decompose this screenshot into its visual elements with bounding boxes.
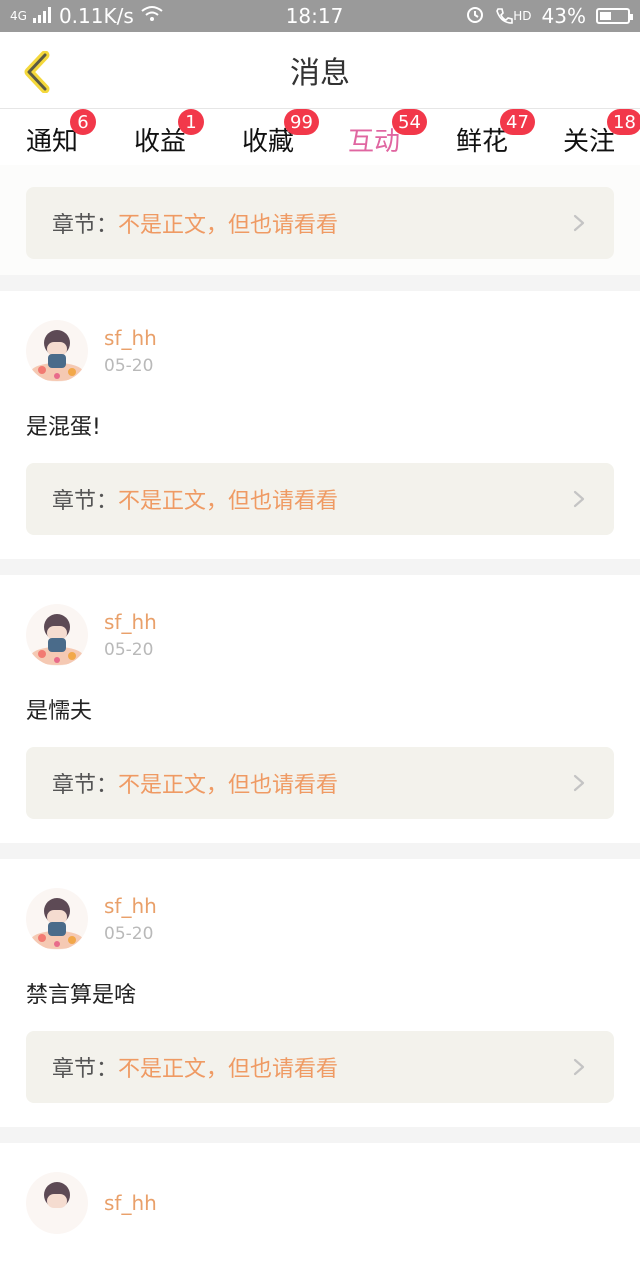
user-row: sf_hh 05-20 (26, 879, 614, 959)
username[interactable]: sf_hh (104, 610, 157, 634)
timestamp: 05-20 (104, 924, 154, 944)
chapter-link[interactable]: 章节： 不是正文，但也请看看 (26, 187, 614, 259)
notification-badge: 18 (607, 109, 640, 135)
chapter-label: 章节： (52, 489, 119, 514)
chapter-title: 不是正文，但也请看看 (118, 1057, 339, 1082)
timestamp: 05-20 (104, 356, 154, 376)
signal-icon (32, 4, 53, 28)
list-item: 章节： 不是正文，但也请看看 (0, 165, 640, 275)
chapter-link[interactable]: 章节： 不是正文，但也请看看 (26, 463, 614, 535)
user-row: sf_hh 05-20 (26, 311, 614, 391)
user-row: sf_hh (26, 1163, 614, 1243)
network-speed: 0.11K/s (58, 4, 134, 28)
tab-earnings[interactable]: 收益 1 (134, 109, 204, 165)
avatar[interactable] (26, 604, 88, 666)
chapter-title: 不是正文，但也请看看 (118, 773, 339, 798)
network-type: 4G (10, 9, 27, 23)
user-meta: sf_hh (104, 1191, 157, 1215)
status-left: 4G 0.11K/s (10, 4, 164, 28)
avatar[interactable] (26, 320, 88, 382)
tab-flowers[interactable]: 鲜花 47 (456, 109, 535, 165)
chapter-title: 不是正文，但也请看看 (118, 489, 339, 514)
chapter-link[interactable]: 章节： 不是正文，但也请看看 (26, 747, 614, 819)
chapter-title: 不是正文，但也请看看 (118, 213, 339, 238)
battery-percent: 43% (541, 4, 586, 28)
chevron-right-icon (573, 214, 585, 232)
chapter-label: 章节： (52, 213, 119, 238)
avatar[interactable] (26, 1172, 88, 1234)
notification-badge: 99 (284, 109, 319, 135)
user-meta: sf_hh 05-20 (104, 326, 157, 376)
status-right: HD 43% (465, 4, 633, 29)
comment-text: 是懦夫 (26, 699, 93, 724)
list-item: sf_hh (0, 1143, 640, 1267)
list-item: sf_hh 05-20 是懦夫 章节： 不是正文，但也请看看 (0, 575, 640, 843)
username[interactable]: sf_hh (104, 1191, 157, 1215)
username[interactable]: sf_hh (104, 894, 157, 918)
nav-bar: 消息 (0, 32, 640, 108)
list-item: sf_hh 05-20 是混蛋! 章节： 不是正文，但也请看看 (0, 291, 640, 559)
hd-label: HD (513, 9, 532, 23)
chapter-label: 章节： (52, 1057, 119, 1082)
status-bar: 4G 0.11K/s 18:17 HD 43% (0, 0, 640, 32)
list-item: sf_hh 05-20 禁言算是啥 章节： 不是正文，但也请看看 (0, 859, 640, 1127)
chapter-link[interactable]: 章节： 不是正文，但也请看看 (26, 1031, 614, 1103)
back-button[interactable] (16, 50, 60, 94)
notification-badge: 47 (500, 109, 535, 135)
notification-badge: 54 (392, 109, 427, 135)
alarm-icon (465, 4, 485, 29)
notification-badge: 6 (70, 109, 96, 135)
avatar[interactable] (26, 888, 88, 950)
wifi-icon (140, 4, 164, 28)
chapter-label: 章节： (52, 773, 119, 798)
battery-icon (595, 8, 633, 24)
tab-notice[interactable]: 通知 6 (26, 109, 96, 165)
chevron-left-icon (24, 51, 50, 93)
tab-interaction[interactable]: 互动 54 (348, 109, 427, 170)
tab-favorites[interactable]: 收藏 99 (242, 109, 319, 165)
message-list: 章节： 不是正文，但也请看看 sf_hh 05-20 是混蛋! 章节： 不是正文… (0, 165, 640, 1267)
page-title: 消息 (290, 56, 350, 91)
clock: 18:17 (285, 4, 344, 28)
username[interactable]: sf_hh (104, 326, 157, 350)
tab-following[interactable]: 关注 18 (563, 109, 640, 165)
chevron-right-icon (573, 774, 585, 792)
chevron-right-icon (573, 490, 585, 508)
timestamp: 05-20 (104, 640, 154, 660)
user-meta: sf_hh 05-20 (104, 894, 157, 944)
user-meta: sf_hh 05-20 (104, 610, 157, 660)
call-hd-icon: HD (495, 7, 532, 25)
user-row: sf_hh 05-20 (26, 595, 614, 675)
chevron-right-icon (573, 1058, 585, 1076)
notification-badge: 1 (178, 109, 204, 135)
comment-text: 禁言算是啥 (26, 983, 137, 1008)
comment-text: 是混蛋! (26, 415, 101, 440)
tab-bar: 通知 6 收益 1 收藏 99 互动 54 鲜花 47 关注 18 (0, 108, 640, 170)
